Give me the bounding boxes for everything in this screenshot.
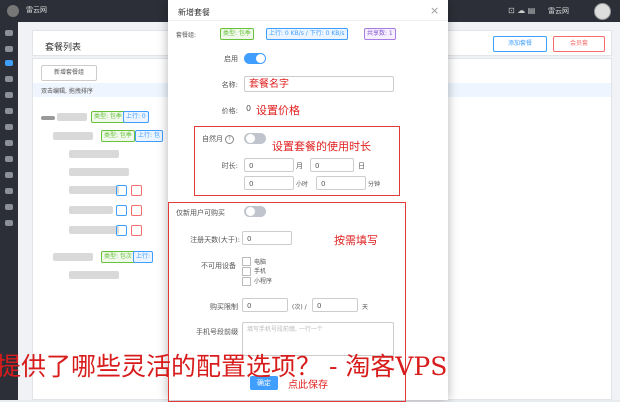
unavailable-devices-label: 不可用设备 — [201, 262, 236, 270]
type-tag: 类型: 包季 — [91, 111, 125, 123]
type-tag: 类型: 包季 — [101, 130, 135, 142]
new-user-only-toggle[interactable] — [244, 206, 266, 217]
tree-row-name — [69, 226, 119, 234]
new-package-dialog: 新增套餐 × 套餐组: 类型: 包季 上行: 0 KB/s / 下行: 0 KB… — [168, 0, 448, 402]
phone-prefix-label: 手机号段前缀 — [196, 328, 238, 336]
device-label-pc: 电脑 — [254, 259, 267, 266]
group-chip-share: 共享数: 1 — [364, 28, 396, 40]
enable-toggle[interactable] — [244, 53, 266, 64]
name-label: 名称: — [221, 81, 238, 89]
help-icon[interactable]: ? — [225, 134, 234, 144]
close-icon[interactable]: × — [430, 4, 439, 17]
speed-tag: 上行: 0 — [123, 111, 149, 123]
day-input[interactable]: 0 — [310, 158, 354, 172]
nav-icon[interactable] — [5, 156, 13, 162]
minute-unit: 分钟 — [368, 181, 381, 188]
top-bar-icons[interactable]: ⊡ ☁ ▤ — [508, 6, 535, 15]
brand-name: 雷云网 — [26, 6, 47, 14]
fill-annotation: 按需填写 — [334, 234, 378, 247]
nav-icon[interactable] — [5, 172, 13, 178]
price-label: 价格: — [221, 107, 238, 115]
tree-row-name — [53, 132, 93, 140]
tree-row-name — [69, 186, 119, 194]
tree-row-name — [69, 271, 119, 279]
day-unit: 日 — [358, 162, 365, 170]
register-days-input[interactable]: 0 — [242, 231, 292, 245]
natural-month-label: 自然月? — [202, 134, 234, 144]
nav-icon[interactable] — [5, 76, 13, 82]
group-chip-speed: 上行: 0 KB/s / 下行: 0 KB/s — [266, 28, 348, 40]
delete-icon[interactable] — [131, 225, 142, 236]
nav-icon[interactable] — [5, 204, 13, 210]
group-label: 套餐组: — [176, 32, 197, 39]
hour-unit: 小时 — [296, 181, 309, 188]
duration-annotation: 设置套餐的使用时长 — [272, 140, 371, 153]
nav-icon[interactable] — [5, 108, 13, 114]
tree-row-name — [57, 113, 87, 121]
speed-tag: 上行: 包 — [135, 130, 163, 142]
home-icon[interactable] — [5, 30, 13, 36]
natural-month-toggle[interactable] — [244, 133, 266, 144]
nav-icon[interactable] — [5, 188, 13, 194]
type-tag: 类型: 包次 — [101, 251, 135, 263]
group-chip-type: 类型: 包季 — [220, 28, 254, 40]
left-rail — [0, 22, 18, 400]
brand-logo-icon — [7, 5, 19, 17]
hour-input[interactable]: 0 — [244, 176, 294, 190]
user-name[interactable]: 雷云网 — [548, 6, 569, 16]
divider — [168, 20, 448, 21]
tree-row-name — [69, 168, 129, 176]
new-user-only-label: 仅新用户可购买 — [176, 209, 225, 217]
speed-tag: 上行: — [133, 251, 154, 263]
device-label-miniapp: 小程序 — [254, 278, 273, 285]
page-title: 套餐列表 — [45, 43, 82, 53]
avatar[interactable] — [594, 3, 611, 20]
register-days-label: 注册天数(大于): — [190, 236, 240, 244]
purchase-limit-label: 购买限制 — [210, 303, 238, 311]
nav-icon[interactable] — [5, 124, 13, 130]
hint-text: 双击编辑, 拖拽排序 — [41, 88, 93, 95]
tree-row-name — [69, 150, 119, 158]
device-checkbox-miniapp[interactable] — [242, 277, 251, 286]
tree-row-name — [69, 206, 113, 214]
nav-icon[interactable] — [5, 140, 13, 146]
delete-icon[interactable] — [131, 205, 142, 216]
name-input[interactable]: 套餐名字 — [244, 76, 394, 92]
edit-icon[interactable] — [116, 225, 127, 236]
device-label-phone: 手机 — [254, 268, 267, 275]
price-annotation: 设置价格 — [256, 104, 300, 117]
tree-toggle[interactable] — [41, 116, 55, 120]
purchase-times-input[interactable]: 0 — [242, 298, 288, 312]
tree-row-name — [53, 253, 93, 261]
duration-label: 时长: — [221, 162, 238, 170]
month-input[interactable]: 0 — [244, 158, 294, 172]
price-input[interactable]: 0 — [246, 104, 251, 113]
enable-label: 启用 — [224, 55, 238, 63]
device-checkbox-pc[interactable] — [242, 257, 251, 266]
edit-icon[interactable] — [116, 185, 127, 196]
device-checkbox-phone[interactable] — [242, 267, 251, 276]
natural-month-text: 自然月 — [202, 135, 223, 143]
nav-icon[interactable] — [5, 220, 13, 226]
add-group-button[interactable]: 新增套餐组 — [41, 65, 97, 81]
nav-icon-active[interactable] — [5, 60, 13, 66]
overlay-caption: 提供了哪些灵活的配置选项？ - 淘客VPS — [0, 352, 448, 381]
dialog-title: 新增套餐 — [178, 8, 210, 17]
delete-icon[interactable] — [131, 185, 142, 196]
add-package-button[interactable]: 添加套餐 — [493, 36, 547, 52]
edit-icon[interactable] — [116, 205, 127, 216]
minute-input[interactable]: 0 — [316, 176, 366, 190]
nav-icon[interactable] — [5, 46, 13, 52]
purchase-days-input[interactable]: 0 — [312, 298, 358, 312]
month-unit: 月 — [296, 162, 303, 170]
nav-icon[interactable] — [5, 92, 13, 98]
times-unit: (次) / — [292, 304, 307, 311]
member-package-button[interactable]: 会员套 — [553, 36, 605, 52]
days-unit: 天 — [362, 304, 369, 311]
